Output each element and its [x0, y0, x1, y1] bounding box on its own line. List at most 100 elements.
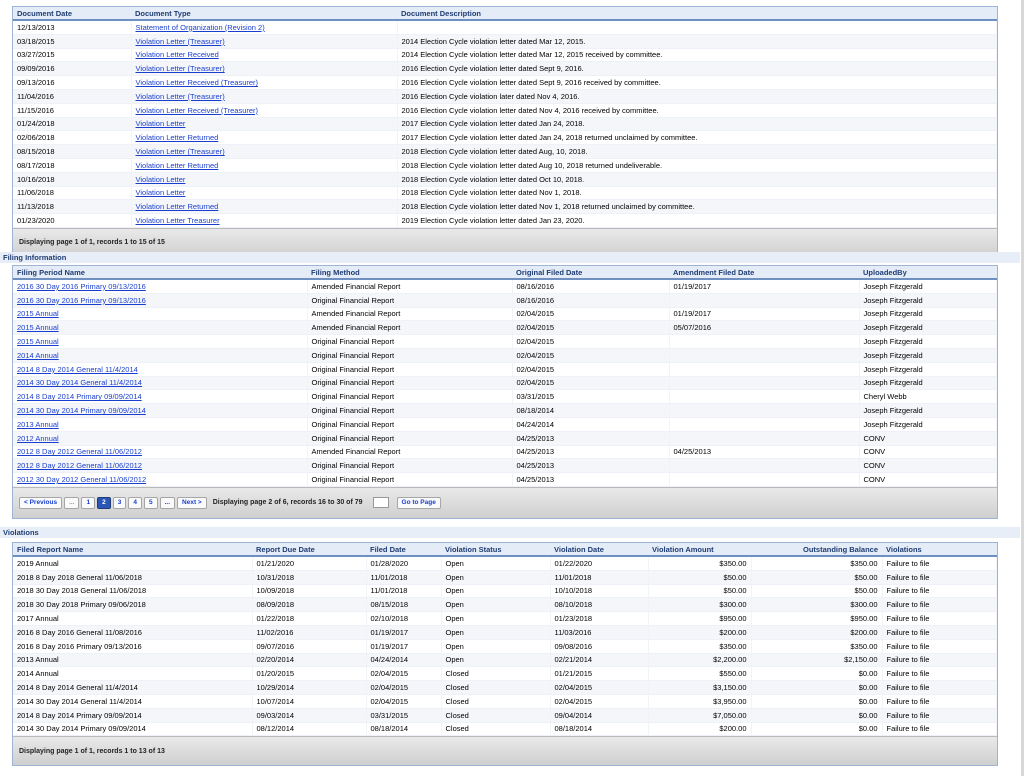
table-cell-link[interactable]: Violation Letter Returned	[131, 158, 398, 173]
table-cell-link[interactable]: Violation Letter (Treasurer)	[131, 34, 398, 49]
table-cell-link[interactable]: Violation Letter Returned	[131, 199, 398, 215]
col-header-original-filed-date[interactable]: Original Filed Date	[512, 266, 669, 280]
table-cell: 04/25/2013	[512, 445, 670, 460]
table-cell-link[interactable]: Violation Letter (Treasurer)	[131, 144, 398, 159]
table-cell-link[interactable]: Violation Letter (Treasurer)	[131, 61, 398, 77]
violations-section-title: Violations	[0, 527, 1020, 538]
table-cell: Open	[441, 639, 551, 654]
table-cell: 01/22/2018	[252, 611, 367, 626]
table-cell: 04/25/2013	[669, 445, 860, 460]
last-gap-button[interactable]: ...	[159, 496, 176, 509]
table-cell: 09/08/2016	[550, 639, 649, 654]
table-cell: Closed	[441, 666, 551, 682]
table-cell: $200.00	[648, 722, 752, 737]
table-cell-link[interactable]: Violation Letter	[131, 186, 398, 201]
table-cell-link[interactable]: 2015 Annual	[13, 307, 308, 322]
page-4-button[interactable]: 4	[128, 496, 142, 509]
table-cell: Original Financial Report	[307, 431, 513, 446]
table-cell: 2016 8 Day 2016 General 11/08/2016	[13, 625, 253, 640]
col-header-filed-date[interactable]: Filed Date	[366, 543, 441, 557]
table-cell-link[interactable]: 2012 8 Day 2012 General 11/06/2012	[13, 458, 308, 474]
violations-record-info: Displaying page 1 of 1, records 1 to 13 …	[19, 747, 165, 755]
table-cell-link[interactable]: Violation Letter Treasurer	[131, 213, 398, 228]
table-cell-link[interactable]: 2014 Annual	[13, 348, 308, 363]
table-cell: Open	[441, 653, 551, 668]
page-2-button[interactable]: 2	[97, 496, 111, 509]
col-header-violation-status[interactable]: Violation Status	[441, 543, 550, 557]
table-cell: Original Financial Report	[307, 376, 513, 391]
table-row: 2017 Annual 01/22/2018 02/10/2018 Open 01/23…	[13, 611, 997, 626]
table-cell: 2013 Annual	[13, 653, 253, 668]
violations-footer: Displaying page 1 of 1, records 1 to 13 …	[13, 736, 997, 766]
prev-page-button[interactable]: < Previous	[19, 496, 63, 509]
table-cell: Open	[441, 584, 551, 599]
table-cell: 02/04/2015	[512, 362, 670, 377]
table-cell: 02/04/2015	[512, 334, 670, 349]
table-cell-link[interactable]: 2012 Annual	[13, 431, 308, 446]
table-cell: 08/16/2016	[512, 293, 670, 308]
table-cell: $50.00	[648, 570, 752, 585]
table-cell: 01/22/2020	[550, 556, 649, 571]
col-header-document-type[interactable]: Document Type	[131, 7, 397, 21]
col-header-outstanding-balance[interactable]: Outstanding Balance	[751, 543, 882, 557]
table-cell: 09/13/2016	[13, 75, 132, 90]
table-cell-link[interactable]: 2012 8 Day 2012 General 11/06/2012	[13, 445, 308, 460]
table-cell: 01/21/2015	[550, 666, 649, 682]
page-1-button[interactable]: 1	[81, 496, 96, 509]
next-page-button[interactable]: Next >	[177, 496, 207, 509]
table-cell: Joseph Fitzgerald	[859, 376, 997, 391]
table-cell-link[interactable]: 2015 Annual	[13, 320, 308, 336]
filing-grid: Filing Period Name Filing Method Origina…	[12, 265, 998, 519]
table-cell-link[interactable]: Violation Letter Returned	[131, 130, 398, 146]
col-header-filed-report-name[interactable]: Filed Report Name	[13, 543, 252, 557]
table-row: 08/17/2018 Violation Letter Returned 2018 …	[13, 158, 997, 173]
goto-page-input[interactable]	[372, 497, 389, 509]
col-header-violation-date[interactable]: Violation Date	[550, 543, 648, 557]
table-cell: $350.00	[751, 639, 883, 654]
table-cell-link[interactable]: 2014 30 Day 2014 General 11/4/2014	[13, 376, 308, 391]
goto-page-button[interactable]: Go to Page	[396, 496, 441, 509]
col-header-violations[interactable]: Violations	[882, 543, 997, 557]
table-cell: 02/04/2015	[512, 320, 670, 336]
table-row: 09/09/2016 Violation Letter (Treasurer) 20…	[13, 61, 997, 77]
col-header-violation-amount[interactable]: Violation Amount	[648, 543, 751, 557]
page-3-button[interactable]: 3	[112, 496, 127, 509]
table-cell: Joseph Fitzgerald	[859, 362, 997, 377]
page-5-button[interactable]: 5	[143, 496, 158, 509]
col-header-document-description[interactable]: Document Description	[397, 7, 997, 21]
table-cell: 02/04/2015	[512, 307, 670, 322]
table-cell-link[interactable]: Statement of Organization (Revision 2)	[131, 20, 398, 35]
table-cell-link[interactable]: 2013 Annual	[13, 417, 308, 432]
table-cell: CONV	[859, 431, 997, 446]
table-cell: 02/21/2014	[550, 653, 649, 668]
table-cell-link[interactable]: 2016 30 Day 2016 Primary 09/13/2016	[13, 279, 308, 294]
table-cell-link[interactable]: Violation Letter Received (Treasurer)	[131, 103, 398, 118]
table-cell: Open	[441, 597, 551, 613]
col-header-filing-method[interactable]: Filing Method	[307, 266, 512, 280]
table-cell-link[interactable]: 2016 30 Day 2016 Primary 09/13/2016	[13, 293, 308, 308]
table-cell-link[interactable]: Violation Letter	[131, 117, 398, 132]
col-header-uploaded-by[interactable]: UploadedBy	[859, 266, 997, 280]
table-cell-link[interactable]: 2012 30 Day 2012 General 11/06/2012	[13, 472, 308, 487]
table-cell-link[interactable]: 2014 8 Day 2014 Primary 09/09/2014	[13, 389, 308, 405]
table-cell: 2019 Election Cycle violation letter dat…	[397, 213, 997, 228]
table-cell: 2018 30 Day 2018 General 11/06/2018	[13, 584, 253, 599]
table-cell: 2014 30 Day 2014 General 11/4/2014	[13, 694, 253, 709]
col-header-amendment-filed-date[interactable]: Amendment Filed Date	[669, 266, 859, 280]
col-header-document-date[interactable]: Document Date	[13, 7, 131, 21]
table-cell: Joseph Fitzgerald	[859, 293, 997, 308]
table-cell-link[interactable]: Violation Letter (Treasurer)	[131, 89, 398, 104]
table-cell-link[interactable]: Violation Letter Received (Treasurer)	[131, 75, 398, 90]
table-cell-link[interactable]: 2014 8 Day 2014 General 11/4/2014	[13, 362, 308, 377]
table-cell-link[interactable]: Violation Letter Received	[131, 48, 398, 63]
col-header-report-due-date[interactable]: Report Due Date	[252, 543, 366, 557]
table-cell: Failure to file	[882, 611, 997, 626]
table-cell: Failure to file	[882, 570, 997, 585]
table-cell-link[interactable]: 2014 30 Day 2014 Primary 09/09/2014	[13, 403, 308, 418]
table-cell: 03/18/2015	[13, 34, 132, 49]
table-cell-link[interactable]: 2015 Annual	[13, 334, 308, 349]
table-cell-link[interactable]: Violation Letter	[131, 172, 398, 187]
table-cell: 2016 Election Cycle violation later date…	[397, 89, 997, 104]
table-cell: Failure to file	[882, 653, 997, 668]
col-header-filing-period-name[interactable]: Filing Period Name	[13, 266, 307, 280]
